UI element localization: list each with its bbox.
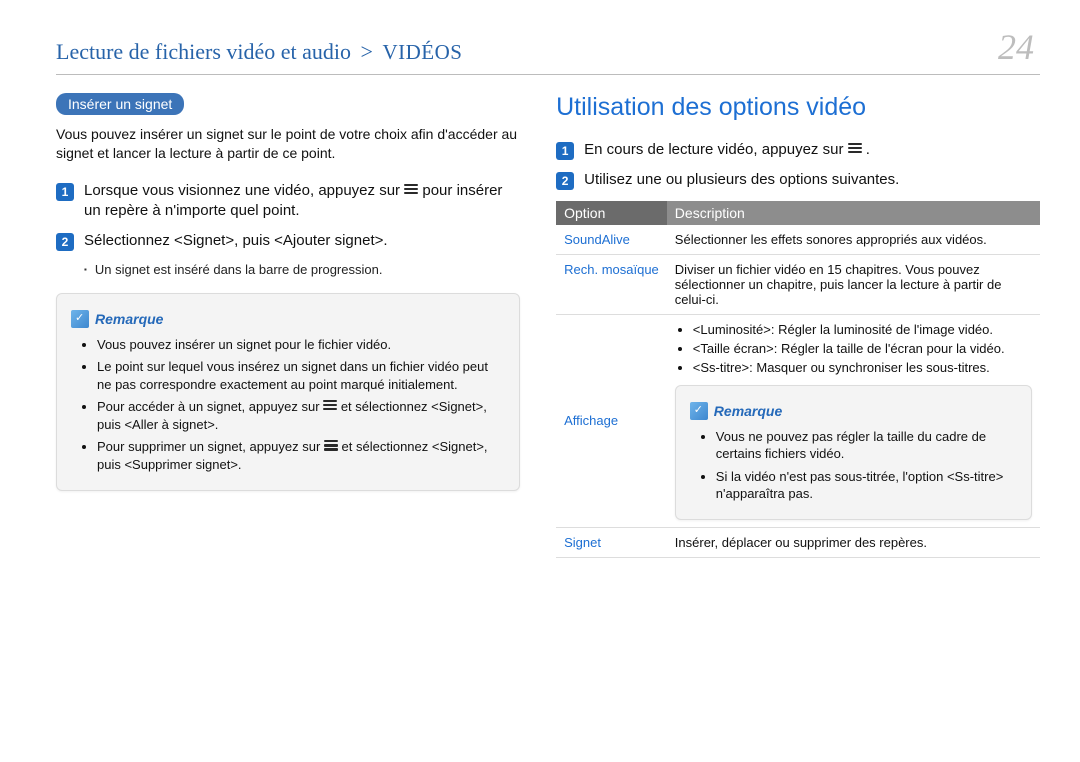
opt-affichage: Affichage (556, 314, 667, 527)
note-item-before: Pour supprimer un signet, appuyez sur (97, 439, 324, 454)
opt-soundalive-desc: Sélectionner les effets sonores appropri… (667, 225, 1040, 255)
th-description: Description (667, 201, 1040, 225)
page-number: 24 (998, 26, 1034, 68)
page-header: Lecture de fichiers vidéo et audio > VID… (56, 26, 1034, 68)
opt-affichage-desc: <Luminosité>: Régler la luminosité de l'… (667, 314, 1040, 527)
note-label: Remarque (714, 403, 782, 419)
opt-signet: Signet (556, 527, 667, 557)
affichage-bullet: <Luminosité>: Régler la luminosité de l'… (693, 322, 1032, 337)
note-label: Remarque (95, 311, 163, 327)
note-head: Remarque (71, 310, 505, 328)
r-step-2-text: Utilisez une ou plusieurs des options su… (584, 170, 899, 190)
section-pill-insert-bookmark: Insérer un signet (56, 93, 184, 115)
menu-icon (324, 438, 338, 452)
note-box-affichage: Remarque Vous ne pouvez pas régler la ta… (675, 385, 1032, 520)
r-step-1-before: En cours de lecture vidéo, appuyez sur (584, 141, 847, 158)
note-cube-icon (71, 310, 89, 328)
step-2: 2 Sélectionnez <Signet>, puis <Ajouter s… (56, 231, 520, 251)
left-column: Insérer un signet Vous pouvez insérer un… (56, 93, 520, 558)
note-list: Vous pouvez insérer un signet pour le fi… (71, 336, 505, 474)
note-item: Vous ne pouvez pas régler la taille du c… (716, 428, 1017, 463)
header-divider (56, 74, 1040, 75)
breadcrumb-main: Lecture de fichiers vidéo et audio (56, 39, 351, 64)
note-item: Si la vidéo n'est pas sous-titrée, l'opt… (716, 468, 1017, 503)
menu-icon (323, 398, 337, 412)
note-item: Pour accéder à un signet, appuyez sur et… (97, 398, 505, 433)
table-row: SoundAlive Sélectionner les effets sonor… (556, 225, 1040, 255)
affichage-bullets: <Luminosité>: Régler la luminosité de l'… (675, 322, 1032, 375)
opt-signet-desc: Insérer, déplacer ou supprimer des repèr… (667, 527, 1040, 557)
menu-icon (848, 141, 862, 155)
r-step-1-text: En cours de lecture vidéo, appuyez sur . (584, 140, 870, 160)
r-step-2: 2 Utilisez une ou plusieurs des options … (556, 170, 1040, 190)
affichage-bullet: <Taille écran>: Régler la taille de l'éc… (693, 341, 1032, 356)
step-2-sub-item: Un signet est inséré dans la barre de pr… (84, 262, 520, 277)
columns: Insérer un signet Vous pouvez insérer un… (56, 93, 1040, 558)
note-list: Vous ne pouvez pas régler la taille du c… (690, 428, 1017, 503)
section-heading: Utilisation des options vidéo (556, 93, 1040, 122)
opt-rech: Rech. mosaïque (556, 254, 667, 314)
th-option: Option (556, 201, 667, 225)
step-1-text: Lorsque vous visionnez une vidéo, appuye… (84, 181, 520, 222)
note-item: Pour supprimer un signet, appuyez sur et… (97, 438, 505, 473)
note-cube-icon (690, 402, 708, 420)
step-badge-1: 1 (56, 183, 74, 201)
step-badge-2: 2 (56, 233, 74, 251)
table-row: Signet Insérer, déplacer ou supprimer de… (556, 527, 1040, 557)
opt-rech-desc: Diviser un fichier vidéo en 15 chapitres… (667, 254, 1040, 314)
right-column: Utilisation des options vidéo 1 En cours… (556, 93, 1040, 558)
step-badge-2: 2 (556, 172, 574, 190)
breadcrumb: Lecture de fichiers vidéo et audio > VID… (56, 39, 462, 65)
note-box-left: Remarque Vous pouvez insérer un signet p… (56, 293, 520, 491)
intro-paragraph: Vous pouvez insérer un signet sur le poi… (56, 125, 520, 163)
note-item-before: Pour accéder à un signet, appuyez sur (97, 399, 323, 414)
step-badge-1: 1 (556, 142, 574, 160)
note-head: Remarque (690, 402, 1017, 420)
r-step-1-after: . (866, 141, 870, 158)
options-table: Option Description SoundAlive Sélectionn… (556, 201, 1040, 558)
affichage-bullet: <Ss-titre>: Masquer ou synchroniser les … (693, 360, 1032, 375)
r-step-1: 1 En cours de lecture vidéo, appuyez sur… (556, 140, 1040, 160)
opt-soundalive: SoundAlive (556, 225, 667, 255)
table-row: Affichage <Luminosité>: Régler la lumino… (556, 314, 1040, 527)
breadcrumb-sep: > (357, 39, 377, 64)
menu-icon (404, 182, 418, 196)
note-item: Le point sur lequel vous insérez un sign… (97, 358, 505, 393)
note-item: Vous pouvez insérer un signet pour le fi… (97, 336, 505, 354)
step-1: 1 Lorsque vous visionnez une vidéo, appu… (56, 181, 520, 222)
step-1-text-before: Lorsque vous visionnez une vidéo, appuye… (84, 182, 404, 199)
step-2-text: Sélectionnez <Signet>, puis <Ajouter sig… (84, 231, 388, 251)
page: Lecture de fichiers vidéo et audio > VID… (0, 0, 1080, 762)
step-2-sub: Un signet est inséré dans la barre de pr… (56, 262, 520, 277)
table-row: Rech. mosaïque Diviser un fichier vidéo … (556, 254, 1040, 314)
breadcrumb-sub: VIDÉOS (382, 40, 462, 64)
